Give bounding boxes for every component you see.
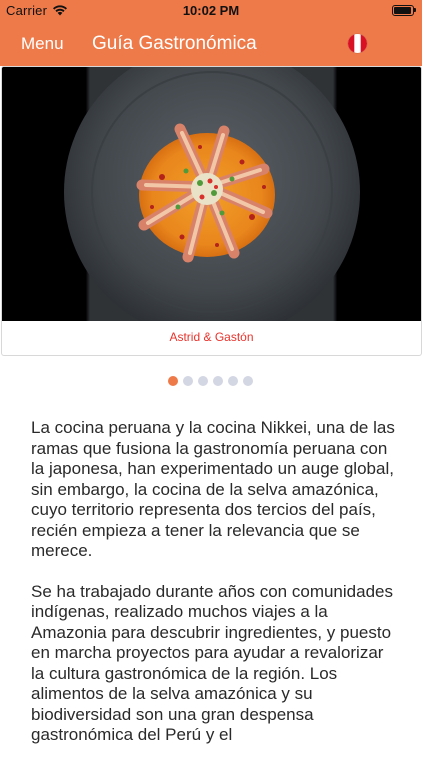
page-title: Guía Gastronómica <box>92 33 257 54</box>
page-dot-2[interactable] <box>183 376 193 386</box>
page-dot-4[interactable] <box>213 376 223 386</box>
status-bar: Carrier 10:02 PM <box>0 0 422 22</box>
page-dot-5[interactable] <box>228 376 238 386</box>
peru-flag-icon[interactable] <box>348 34 367 53</box>
navigation-bar: Menu Guía Gastronómica <box>0 22 422 66</box>
article-body: La cocina peruana y la cocina Nikkei, un… <box>31 418 397 766</box>
article-paragraph-1: La cocina peruana y la cocina Nikkei, un… <box>31 418 395 560</box>
page-dot-1[interactable] <box>168 376 178 386</box>
gallery-caption: Astrid & Gastón <box>169 330 254 344</box>
battery-icon <box>392 5 416 16</box>
dish-photo <box>2 67 421 340</box>
gallery-card[interactable]: Astrid & Gastón <box>1 66 422 356</box>
clock: 10:02 PM <box>182 3 240 18</box>
menu-button[interactable]: Menu <box>21 34 64 54</box>
page-dot-3[interactable] <box>198 376 208 386</box>
page-dot-6[interactable] <box>243 376 253 386</box>
article-paragraph-2: Se ha trabajado durante años con comunid… <box>31 581 393 745</box>
